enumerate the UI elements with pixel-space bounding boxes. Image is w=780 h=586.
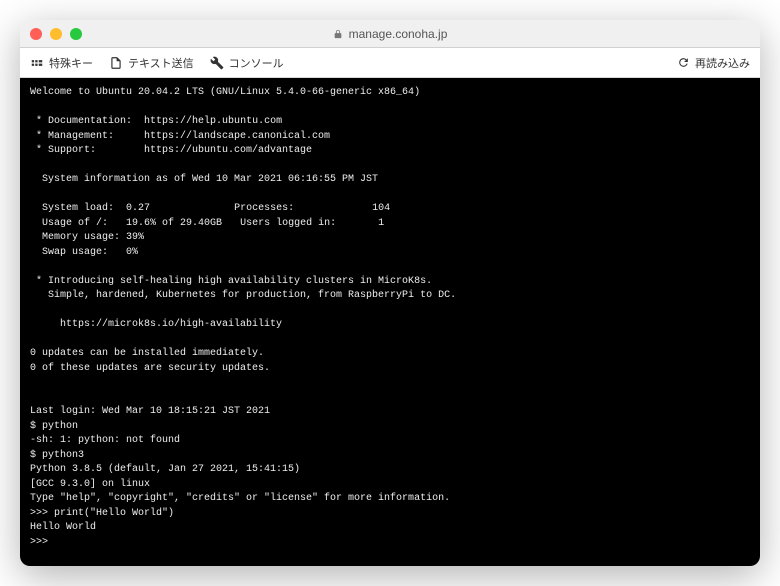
mgmt-label: * Management:	[30, 131, 114, 142]
welcome-line: Welcome to Ubuntu 20.04.2 LTS (GNU/Linux…	[30, 87, 420, 98]
url-text: manage.conoha.jp	[349, 27, 448, 41]
lock-icon	[333, 29, 343, 39]
last-login: Last login: Wed Mar 10 18:15:21 JST 2021	[30, 406, 270, 417]
py-version: Python 3.8.5 (default, Jan 27 2021, 15:4…	[30, 464, 300, 475]
cmd-python3: $ python3	[30, 450, 84, 461]
doc-url: https://help.ubuntu.com	[144, 116, 282, 127]
close-button[interactable]	[30, 28, 42, 40]
reload-button[interactable]: 再読み込み	[677, 55, 750, 71]
usage-val: 19.6% of 29.40GB	[126, 218, 222, 229]
py-output: Hello World	[30, 522, 96, 533]
mem-val: 39%	[126, 232, 144, 243]
usage-label: Usage of /:	[30, 218, 108, 229]
microk8s-line2: Simple, hardened, Kubernetes for product…	[30, 290, 456, 301]
microk8s-line1: * Introducing self-healing high availabi…	[30, 276, 432, 287]
browser-window: manage.conoha.jp 特殊キー テキスト送信 コンソール 再読み込み…	[20, 20, 760, 566]
py-print: >>> print("Hello World")	[30, 508, 174, 519]
reload-icon	[677, 56, 690, 69]
swap-label: Swap usage:	[30, 247, 108, 258]
reload-label: 再読み込み	[695, 55, 750, 71]
maximize-button[interactable]	[70, 28, 82, 40]
users-val: 1	[378, 218, 384, 229]
special-keys-label: 特殊キー	[49, 55, 93, 71]
address-bar: manage.conoha.jp	[30, 27, 750, 41]
keyboard-icon	[30, 56, 44, 70]
sup-url: https://ubuntu.com/advantage	[144, 145, 312, 156]
load-label: System load:	[30, 203, 114, 214]
text-send-label: テキスト送信	[128, 55, 194, 71]
window-titlebar: manage.conoha.jp	[20, 20, 760, 48]
terminal-output[interactable]: Welcome to Ubuntu 20.04.2 LTS (GNU/Linux…	[20, 78, 760, 566]
mgmt-url: https://landscape.canonical.com	[144, 131, 330, 142]
updates-line2: 0 of these updates are security updates.	[30, 363, 270, 374]
mem-label: Memory usage:	[30, 232, 120, 243]
document-icon	[109, 56, 123, 70]
users-label: Users logged in:	[240, 218, 336, 229]
py-prompt: >>>	[30, 537, 54, 548]
load-val: 0.27	[126, 203, 150, 214]
sup-label: * Support:	[30, 145, 96, 156]
special-keys-button[interactable]: 特殊キー	[30, 55, 93, 71]
text-send-button[interactable]: テキスト送信	[109, 55, 194, 71]
toolbar-left: 特殊キー テキスト送信 コンソール	[30, 55, 284, 71]
gcc-line: [GCC 9.3.0] on linux	[30, 479, 150, 490]
notfound: -sh: 1: python: not found	[30, 435, 180, 446]
proc-label: Processes:	[234, 203, 294, 214]
minimize-button[interactable]	[50, 28, 62, 40]
cmd-python: $ python	[30, 421, 78, 432]
swap-val: 0%	[126, 247, 138, 258]
sysinfo-header: System information as of Wed 10 Mar 2021…	[30, 174, 378, 185]
toolbar: 特殊キー テキスト送信 コンソール 再読み込み	[20, 48, 760, 78]
tools-icon	[210, 56, 224, 70]
console-label: コンソール	[229, 55, 284, 71]
console-button[interactable]: コンソール	[210, 55, 284, 71]
microk8s-url: https://microk8s.io/high-availability	[30, 319, 282, 330]
traffic-lights	[30, 28, 82, 40]
proc-val: 104	[372, 203, 390, 214]
py-help: Type "help", "copyright", "credits" or "…	[30, 493, 450, 504]
updates-line1: 0 updates can be installed immediately.	[30, 348, 264, 359]
doc-label: * Documentation:	[30, 116, 132, 127]
